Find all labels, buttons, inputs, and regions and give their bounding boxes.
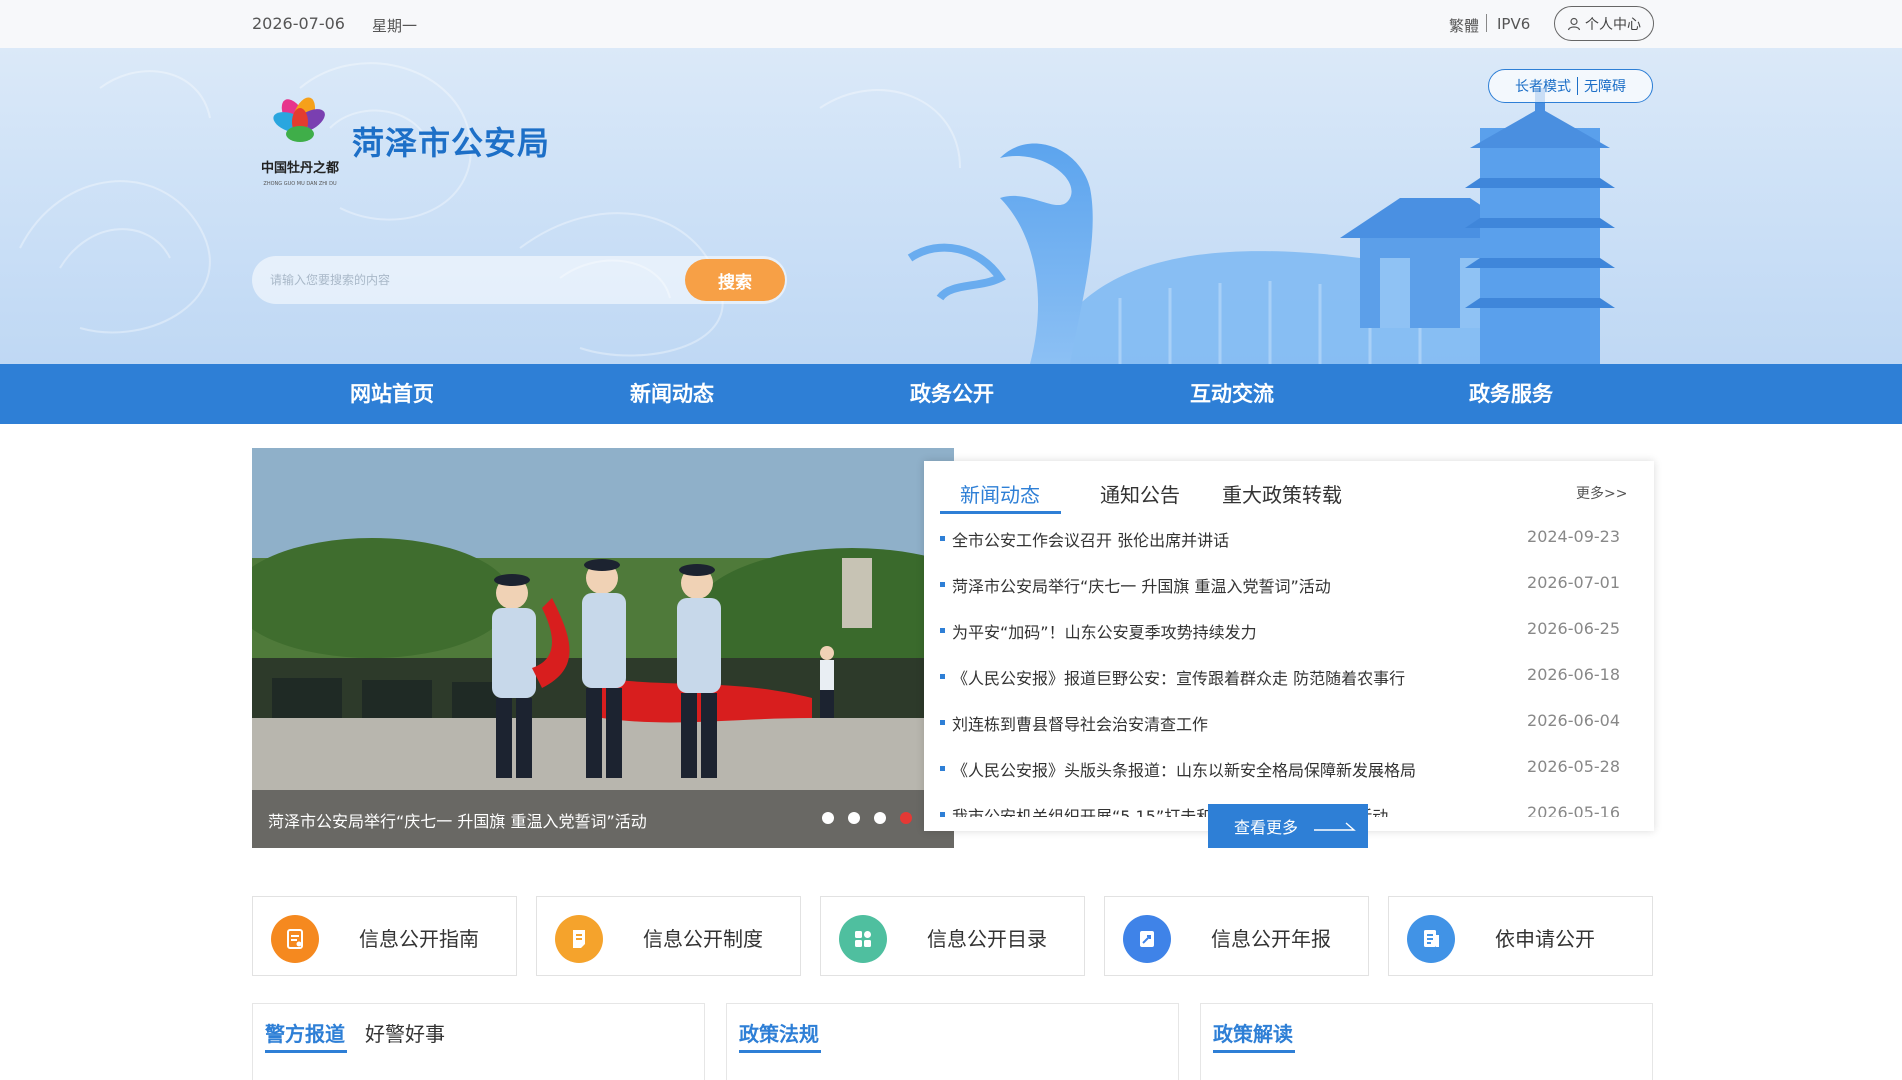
- news-date: 2026-05-28: [1527, 757, 1620, 776]
- carousel-dot-active[interactable]: [900, 812, 912, 824]
- carousel-caption[interactable]: 菏泽市公安局举行“庆七一 升国旗 重温入党誓词”活动: [268, 808, 647, 832]
- quick-link-disclosure-regulation[interactable]: 信息公开制度: [536, 896, 801, 976]
- svg-text:中国牡丹之都: 中国牡丹之都: [261, 160, 339, 176]
- traditional-chinese-link[interactable]: 繁體: [1449, 15, 1479, 36]
- quick-link-disclosure-catalog[interactable]: 信息公开目录: [820, 896, 1085, 976]
- news-title[interactable]: 《人民公安报》报道巨野公安：宣传跟着群众走 防范随着农事行: [952, 665, 1405, 689]
- catalog-icon: [839, 915, 887, 963]
- peony-pattern-decoration: [19, 62, 961, 357]
- regulation-icon: [555, 915, 603, 963]
- news-item[interactable]: 为平安“加码”！山东公安夏季攻势持续发力 2026-06-25: [940, 619, 1630, 665]
- bullet-icon: [940, 674, 945, 679]
- tab-policy-interpretation[interactable]: 政策解读: [1213, 1018, 1293, 1047]
- news-item[interactable]: 刘连栋到曹县督导社会治安清查工作 2026-06-04: [940, 711, 1630, 757]
- news-panel: 新闻动态 通知公告 重大政策转载 更多>> 全市公安工作会议召开 张伦出席并讲话…: [924, 461, 1654, 831]
- quick-link-disclosure-guide[interactable]: 信息公开指南: [252, 896, 517, 976]
- news-date: 2026-05-16: [1527, 803, 1620, 817]
- bullet-icon: [940, 766, 945, 771]
- news-date: 2026-06-04: [1527, 711, 1620, 730]
- carousel-photo: [252, 448, 954, 848]
- carousel-dots: [822, 812, 912, 824]
- current-date: 2026-07-06: [252, 14, 345, 33]
- annual-report-icon: [1123, 915, 1171, 963]
- news-image-carousel[interactable]: 菏泽市公安局举行“庆七一 升国旗 重温入党誓词”活动: [252, 448, 954, 848]
- news-title[interactable]: 刘连栋到曹县督导社会治安清查工作: [952, 711, 1208, 735]
- ipv6-badge[interactable]: IPV6: [1497, 15, 1530, 33]
- search-input[interactable]: [270, 268, 670, 292]
- policy-interpretation-panel: 政策解读: [1200, 1003, 1653, 1080]
- svg-text:ZHONG GUO MU DAN ZHI DU: ZHONG GUO MU DAN ZHI DU: [263, 181, 337, 187]
- news-date: 2024-09-23: [1527, 527, 1620, 546]
- news-date: 2026-07-01: [1527, 573, 1620, 592]
- personal-center-label: 个人中心: [1585, 16, 1641, 33]
- active-tab-underline: [739, 1050, 821, 1053]
- nav-item-news[interactable]: 新闻动态: [572, 364, 772, 424]
- quick-link-label: 信息公开指南: [359, 927, 479, 951]
- tab-policy-regulations[interactable]: 政策法规: [739, 1018, 819, 1047]
- user-icon: [1567, 17, 1581, 30]
- news-title[interactable]: 为平安“加码”！山东公安夏季攻势持续发力: [952, 619, 1257, 643]
- personal-center-button[interactable]: 个人中心: [1554, 6, 1654, 41]
- city-landmark-illustration: [907, 88, 1615, 364]
- nav-item-home[interactable]: 网站首页: [292, 364, 492, 424]
- search-button[interactable]: 搜索: [685, 259, 785, 301]
- tab-notices[interactable]: 通知公告: [1100, 479, 1180, 508]
- active-tab-underline: [940, 511, 1061, 514]
- bullet-icon: [940, 582, 945, 587]
- quick-link-label: 依申请公开: [1495, 927, 1595, 951]
- quick-link-label: 信息公开制度: [643, 927, 763, 951]
- nav-item-interaction[interactable]: 互动交流: [1132, 364, 1332, 424]
- carousel-dot[interactable]: [848, 812, 860, 824]
- policy-regulations-panel: 政策法规: [726, 1003, 1179, 1080]
- news-date: 2026-06-18: [1527, 665, 1620, 684]
- news-item[interactable]: 《人民公安报》报道巨野公安：宣传跟着群众走 防范随着农事行 2026-06-18: [940, 665, 1630, 711]
- nav-item-government-affairs[interactable]: 政务公开: [852, 364, 1052, 424]
- nav-item-government-services[interactable]: 政务服务: [1411, 364, 1611, 424]
- guide-icon: [271, 915, 319, 963]
- main-navigation: 网站首页 新闻动态 政务公开 互动交流 政务服务: [0, 364, 1902, 424]
- site-title: 菏泽市公安局: [352, 124, 551, 162]
- view-more-label: 查看更多: [1234, 818, 1299, 837]
- news-date: 2026-06-25: [1527, 619, 1620, 638]
- news-title[interactable]: 菏泽市公安局举行“庆七一 升国旗 重温入党誓词”活动: [952, 573, 1331, 597]
- top-bar: 2026-07-06 星期一 繁體 IPV6 个人中心: [0, 0, 1902, 48]
- bullet-icon: [940, 720, 945, 725]
- active-tab-underline: [1213, 1050, 1295, 1053]
- news-item[interactable]: 全市公安工作会议召开 张伦出席并讲话 2024-09-23: [940, 527, 1630, 573]
- tab-major-policies[interactable]: 重大政策转载: [1222, 479, 1342, 508]
- current-weekday: 星期一: [372, 17, 418, 35]
- news-more-link[interactable]: 更多>>: [1576, 483, 1627, 503]
- news-item[interactable]: 菏泽市公安局举行“庆七一 升国旗 重温入党誓词”活动 2026-07-01: [940, 573, 1630, 619]
- news-title[interactable]: 《人民公安报》头版头条报道：山东以新安全格局保障新发展格局: [952, 757, 1416, 781]
- accessible-mode-button[interactable]: 无障碍: [1584, 76, 1626, 96]
- arrow-right-icon: [1314, 822, 1356, 831]
- quick-link-annual-report[interactable]: 信息公开年报: [1104, 896, 1369, 976]
- accessibility-toggle-group: 长者模式 无障碍: [1488, 69, 1653, 103]
- quick-link-label: 信息公开年报: [1211, 927, 1331, 951]
- elder-mode-button[interactable]: 长者模式: [1515, 76, 1571, 96]
- application-icon: [1407, 915, 1455, 963]
- bullet-icon: [940, 812, 945, 817]
- tab-good-police-deeds[interactable]: 好警好事: [365, 1018, 445, 1047]
- tab-police-reports[interactable]: 警方报道: [265, 1018, 345, 1047]
- quick-link-application-disclosure[interactable]: 依申请公开: [1388, 896, 1653, 976]
- bullet-icon: [940, 628, 945, 633]
- news-title[interactable]: 全市公安工作会议召开 张伦出席并讲话: [952, 527, 1229, 551]
- bullet-icon: [940, 536, 945, 541]
- police-report-panel: 警方报道 好警好事: [252, 1003, 705, 1080]
- header-banner: 中国牡丹之都 ZHONG GUO MU DAN ZHI DU 菏泽市公安局 长者…: [0, 48, 1902, 364]
- quick-link-label: 信息公开目录: [927, 927, 1047, 951]
- topbar-divider: [1486, 14, 1487, 32]
- carousel-dot[interactable]: [822, 812, 834, 824]
- tab-news[interactable]: 新闻动态: [960, 479, 1040, 508]
- active-tab-underline: [265, 1050, 347, 1053]
- peony-capital-logo: 中国牡丹之都 ZHONG GUO MU DAN ZHI DU: [261, 97, 339, 187]
- accessibility-divider: [1577, 77, 1578, 95]
- carousel-dot[interactable]: [874, 812, 886, 824]
- view-more-button[interactable]: 查看更多: [1208, 804, 1368, 848]
- news-list: 全市公安工作会议召开 张伦出席并讲话 2024-09-23 菏泽市公安局举行“庆七…: [940, 527, 1630, 817]
- news-item[interactable]: 《人民公安报》头版头条报道：山东以新安全格局保障新发展格局 2026-05-28: [940, 757, 1630, 803]
